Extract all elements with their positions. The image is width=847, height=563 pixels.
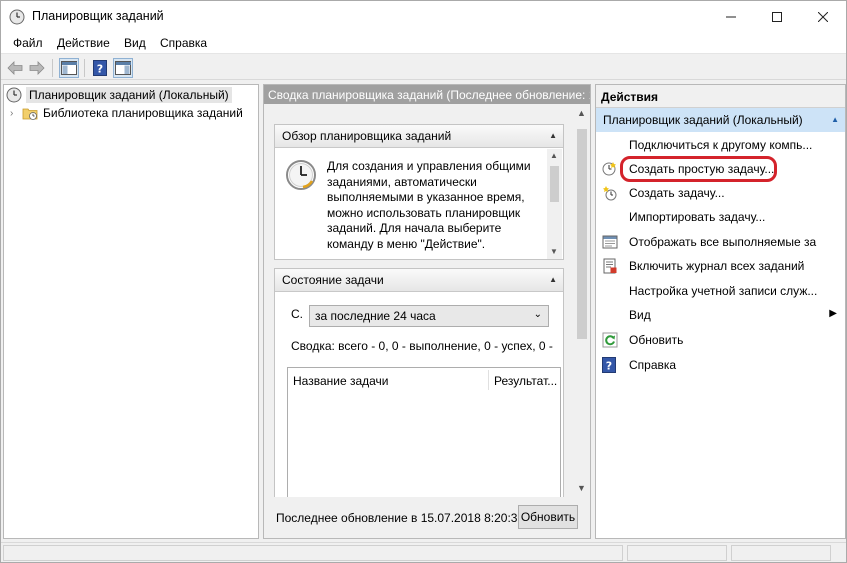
window-title: Планировщик заданий xyxy=(32,9,164,23)
toolbar: ? xyxy=(1,55,846,80)
refresh-icon xyxy=(602,332,618,348)
action-label: Вид xyxy=(629,308,651,322)
help-icon: ? xyxy=(602,357,618,373)
actions-pane: Действия Планировщик заданий (Локальный)… xyxy=(595,84,846,539)
menu-view[interactable]: Вид xyxy=(124,36,146,50)
svg-text:?: ? xyxy=(97,63,103,76)
console-tree[interactable]: Планировщик заданий (Локальный) › Библио… xyxy=(3,84,259,539)
maximize-button[interactable] xyxy=(754,1,800,32)
close-button[interactable] xyxy=(800,1,846,32)
scroll-up-icon[interactable]: ▲ xyxy=(550,151,558,160)
toolbar-separator xyxy=(52,59,53,77)
action-service-account[interactable]: Настройка учетной записи служ... xyxy=(596,280,845,302)
scroll-down-icon[interactable]: ▼ xyxy=(550,247,558,256)
show-hide-console-tree-icon[interactable] xyxy=(59,58,79,78)
clock-icon xyxy=(9,9,25,25)
action-refresh[interactable]: Обновить xyxy=(596,329,845,351)
refresh-button[interactable]: Обновить xyxy=(518,505,578,529)
column-result-label: Результат xyxy=(494,374,548,388)
show-hide-action-pane-icon[interactable] xyxy=(113,58,133,78)
action-label: Настройка учетной записи служ... xyxy=(629,284,818,298)
help-icon[interactable]: ? xyxy=(90,58,110,78)
actions-group-header[interactable]: Планировщик заданий (Локальный) ▲ xyxy=(596,108,845,132)
action-label: Создать задачу... xyxy=(629,186,725,200)
action-label: Подключиться к другому компь... xyxy=(629,138,813,152)
history-log-icon xyxy=(602,258,618,274)
summary-scrollbar[interactable]: ▲ ▼ xyxy=(574,105,590,497)
column-task-name[interactable]: Название задачи xyxy=(288,368,488,392)
tree-item-library[interactable]: › Библиотека планировщика заданий xyxy=(10,104,246,122)
overview-description: Для создания и управления общими задания… xyxy=(327,159,531,251)
tree-item-root[interactable]: Планировщик заданий (Локальный) xyxy=(6,86,232,104)
status-bar-cell xyxy=(3,545,623,561)
action-label: Отображать все выполняемые за xyxy=(629,235,817,249)
task-status-section-header[interactable]: Состояние задачи ▲ xyxy=(275,269,563,292)
task-status-section: Состояние задачи ▲ С. за последние 24 ча… xyxy=(274,268,564,508)
period-label: С. xyxy=(291,307,303,321)
menu-help[interactable]: Справка xyxy=(160,36,207,50)
new-task-icon xyxy=(602,185,618,201)
scroll-down-icon[interactable]: ▼ xyxy=(577,483,586,493)
tree-item-library-label: Библиотека планировщика заданий xyxy=(43,106,243,120)
svg-text:?: ? xyxy=(606,360,612,373)
action-label: Справка xyxy=(629,358,677,372)
clock-icon xyxy=(6,87,22,103)
summary-scroll-thumb[interactable] xyxy=(577,129,587,339)
action-create-task[interactable]: Создать задачу... xyxy=(596,182,845,204)
action-view[interactable]: Вид ▶ xyxy=(596,304,845,326)
actions-title: Действия xyxy=(596,85,845,108)
folder-clock-icon xyxy=(22,105,38,121)
summary-header: Сводка планировщика заданий (Последнее о… xyxy=(264,85,590,104)
chevron-down-icon: ⌄ xyxy=(533,309,542,320)
action-label: Обновить xyxy=(629,333,684,347)
menu-bar: Файл Действие Вид Справка xyxy=(1,32,846,54)
overview-section: Обзор планировщика заданий ▲ Для создани… xyxy=(274,124,564,260)
minimize-button[interactable] xyxy=(708,1,754,32)
action-display-running[interactable]: Отображать все выполняемые за xyxy=(596,231,845,253)
forward-arrow-icon[interactable] xyxy=(27,58,47,78)
action-enable-history[interactable]: Включить журнал всех заданий xyxy=(596,255,845,277)
action-help[interactable]: ? Справка xyxy=(596,354,845,376)
action-connect[interactable]: Подключиться к другому компь... xyxy=(596,134,845,156)
tree-item-root-label: Планировщик заданий (Локальный) xyxy=(26,87,232,103)
collapse-icon[interactable]: ▲ xyxy=(549,275,557,284)
chevron-right-icon[interactable]: › xyxy=(10,108,22,119)
actions-group-title: Планировщик заданий (Локальный) xyxy=(603,113,803,127)
action-label: Импортировать задачу... xyxy=(629,210,766,224)
basic-task-icon xyxy=(602,161,618,177)
action-import-task[interactable]: Импортировать задачу... xyxy=(596,206,845,228)
back-arrow-icon[interactable] xyxy=(5,58,25,78)
summary-footer: Последнее обновление в 15.07.2018 8:20:3… xyxy=(264,497,590,538)
collapse-icon[interactable]: ▲ xyxy=(831,115,839,124)
collapse-icon[interactable]: ▲ xyxy=(549,131,557,140)
column-result[interactable]: Результат... xyxy=(489,368,561,392)
running-tasks-icon xyxy=(602,234,618,250)
last-update-text: Последнее обновление в 15.07.2018 8:20:3… xyxy=(276,511,525,525)
toolbar-separator xyxy=(84,59,85,77)
overview-section-header[interactable]: Обзор планировщика заданий ▲ xyxy=(275,125,563,148)
chevron-right-icon: ▶ xyxy=(829,308,837,319)
task-scheduler-window: Планировщик заданий Файл Действие Вид Сп… xyxy=(0,0,847,563)
status-bar-cell xyxy=(731,545,831,561)
scroll-up-icon[interactable]: ▲ xyxy=(577,108,586,118)
title-bar[interactable]: Планировщик заданий xyxy=(1,1,846,32)
task-status-grid[interactable]: Название задачи Результат... xyxy=(287,367,561,507)
period-select[interactable]: за последние 24 часа ⌄ xyxy=(309,305,549,327)
clock-icon xyxy=(285,159,317,191)
task-status-section-title: Состояние задачи xyxy=(282,273,384,287)
period-select-value: за последние 24 часа xyxy=(315,309,436,323)
highlight-annotation xyxy=(620,156,777,182)
overview-scroll-thumb[interactable] xyxy=(550,166,559,202)
action-label: Включить журнал всех заданий xyxy=(629,259,805,273)
status-bar-cell xyxy=(627,545,727,561)
overview-section-title: Обзор планировщика заданий xyxy=(282,129,452,143)
status-bar xyxy=(1,542,846,562)
menu-file[interactable]: Файл xyxy=(13,36,43,50)
overview-scrollbar[interactable]: ▲ ▼ xyxy=(547,149,562,259)
status-summary: Сводка: всего - 0, 0 - выполнение, 0 - у… xyxy=(291,339,553,353)
summary-pane: Сводка планировщика заданий (Последнее о… xyxy=(263,84,591,539)
menu-action[interactable]: Действие xyxy=(57,36,110,50)
